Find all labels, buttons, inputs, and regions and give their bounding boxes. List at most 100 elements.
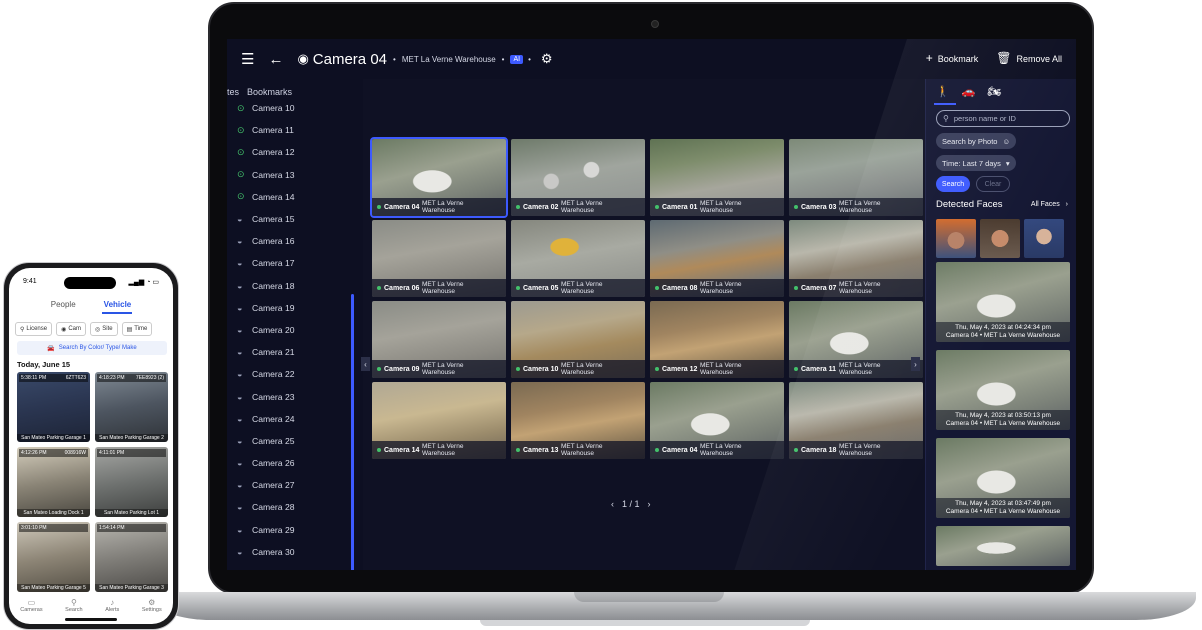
sidebar-camera-item[interactable]: ◒ Camera 25 (227, 430, 363, 452)
time-filter[interactable]: ▤ Time (121, 322, 153, 336)
clock: 9:41 (23, 278, 37, 285)
detection-card[interactable] (936, 526, 1070, 566)
sidebar-camera-item[interactable]: ◒ Camera 21 (227, 341, 363, 363)
face-thumbnail[interactable] (1024, 219, 1064, 258)
sidebar-camera-item[interactable]: ⊙ Camera 11 (227, 119, 363, 141)
sidebar-camera-item[interactable]: ⊙ Camera 13 (227, 164, 363, 186)
sidebar-camera-item[interactable]: ◒ Camera 26 (227, 452, 363, 474)
clear-button[interactable]: Clear (976, 176, 1010, 192)
camera-tile[interactable]: Camera 01 MET La Verne Warehouse (650, 139, 784, 216)
sidebar-camera-item[interactable]: ◒ Camera 22 (227, 363, 363, 385)
scrollbar[interactable] (351, 294, 354, 570)
tab-sites[interactable]: tes (227, 87, 239, 97)
camera-tile[interactable]: Camera 11 MET La Verne Warehouse (789, 301, 923, 378)
sidebar-camera-item[interactable]: ◒ Camera 18 (227, 275, 363, 297)
vehicle-attribute-search[interactable]: 🚘 Search By Color/ Type/ Make (17, 341, 167, 355)
status-dot (794, 205, 798, 209)
nav-alerts[interactable]: ♪ Alerts (105, 598, 119, 613)
sidebar-camera-item[interactable]: ◒ Camera 29 (227, 519, 363, 541)
nav-search[interactable]: ⚲ Search (65, 598, 82, 613)
sidebar-camera-item[interactable]: ⊙ Camera 14 (227, 186, 363, 208)
cam-filter[interactable]: ◉ Cam (56, 322, 87, 336)
camera-tile[interactable]: Camera 05 MET La Verne Warehouse (511, 220, 645, 297)
car-icon[interactable]: 🚗 (962, 85, 976, 98)
pager-next[interactable]: › (648, 499, 651, 509)
camera-tile[interactable]: Camera 14 MET La Verne Warehouse (372, 382, 506, 459)
tile-caption: Camera 05 MET La Verne Warehouse (511, 279, 645, 297)
sidebar-camera-item[interactable]: ⊙ Camera 10 (227, 97, 363, 119)
nav-cameras[interactable]: ▭ Cameras (20, 598, 42, 613)
sidebar-camera-item[interactable]: ◒ Camera 20 (227, 319, 363, 341)
phone-tab-indicator (102, 312, 132, 314)
camera-tile[interactable]: Camera 09 MET La Verne Warehouse (372, 301, 506, 378)
person-search-input[interactable]: ⚲ person name or ID (936, 110, 1070, 127)
camera-tile[interactable]: Camera 13 MET La Verne Warehouse (511, 382, 645, 459)
sidebar-camera-item[interactable]: ◒ Camera 15 (227, 208, 363, 230)
detection-card[interactable]: Thu, May 4, 2023 at 03:47:49 pm Camera 04… (936, 438, 1070, 518)
detection-card[interactable]: Thu, May 4, 2023 at 03:50:13 pm Camera 04… (936, 350, 1070, 430)
camera-tile[interactable]: Camera 03 MET La Verne Warehouse (789, 139, 923, 216)
time-filter-dropdown[interactable]: Time: Last 7 days ▾ (936, 155, 1016, 171)
sidebar-camera-item[interactable]: ◒ Camera 24 (227, 408, 363, 430)
offline-camera-icon: ◒ (237, 546, 243, 557)
vehicle-card[interactable]: 3:01:10 PM San Mateo Parking Garage 5 (17, 522, 90, 592)
camera-tile[interactable]: Camera 08 MET La Verne Warehouse (650, 220, 784, 297)
vehicle-time: 3:01:10 PM (21, 525, 47, 531)
tile-camera-name: Camera 02 (523, 203, 559, 211)
tab-people[interactable]: People (51, 300, 76, 309)
camera-tile[interactable]: Camera 06 MET La Verne Warehouse (372, 220, 506, 297)
nav-settings[interactable]: ⚙ Settings (142, 598, 162, 613)
camera-tile[interactable]: Camera 07 MET La Verne Warehouse (789, 220, 923, 297)
camera-tile[interactable]: Camera 10 MET La Verne Warehouse (511, 301, 645, 378)
detection-card[interactable]: Thu, May 4, 2023 at 04:24:34 pm Camera 04… (936, 262, 1070, 342)
top-actions: + Bookmark 🗑 Remove All (926, 51, 1062, 65)
sidebar-camera-item[interactable]: ◒ Camera 27 (227, 474, 363, 496)
vehicle-card[interactable]: 4:11:01 PM San Mateo Parking Lot 1 (95, 447, 168, 517)
nav-cameras-label: Cameras (20, 607, 43, 613)
remove-all-button[interactable]: 🗑 Remove All (996, 51, 1062, 65)
person-icon[interactable]: 🚶 (936, 85, 950, 98)
face-thumbnail[interactable] (980, 219, 1020, 258)
sidebar-camera-item[interactable]: ⊙ Camera 12 (227, 141, 363, 163)
menu-icon[interactable]: ☰ (241, 50, 254, 68)
sidebar-camera-item[interactable]: ◒ Camera 30 (227, 541, 363, 563)
sidebar-camera-item[interactable]: ◒ Camera 16 (227, 230, 363, 252)
vehicle-card[interactable]: 1:54:14 PM San Mateo Parking Garage 3 (95, 522, 168, 592)
tile-caption: Camera 07 MET La Verne Warehouse (789, 279, 923, 297)
tab-bookmarks[interactable]: Bookmarks (247, 87, 292, 97)
vehicle-card[interactable]: 4:18:23 PM 7EE8923 (2) San Mateo Parking G… (95, 372, 168, 442)
search-button[interactable]: Search (936, 176, 970, 192)
prev-page-arrow[interactable]: ‹ (361, 357, 370, 371)
camera-tile[interactable]: Camera 18 MET La Verne Warehouse (789, 382, 923, 459)
sidebar-camera-item[interactable]: ◒ Camera 17 (227, 252, 363, 274)
next-page-arrow[interactable]: › (911, 357, 920, 371)
camera-tile[interactable]: Camera 04 MET La Verne Warehouse (370, 137, 508, 218)
pager-prev[interactable]: ‹ (611, 499, 614, 509)
search-by-photo-button[interactable]: Search by Photo ☺ (936, 133, 1017, 149)
all-faces-link[interactable]: All Faces › (1031, 201, 1068, 208)
camera-tile[interactable]: Camera 12 MET La Verne Warehouse (650, 301, 784, 378)
face-thumbnails (936, 219, 1064, 258)
camera-item-label: Camera 14 (252, 191, 295, 202)
ai-badge[interactable]: AI (510, 54, 524, 64)
gear-icon[interactable]: ⚙ (541, 51, 553, 67)
tile-camera-name: Camera 05 (523, 284, 559, 292)
sidebar-camera-item[interactable]: ◒ Camera 19 (227, 297, 363, 319)
status-dot (516, 448, 520, 452)
license-filter[interactable]: ⚲ License (15, 322, 53, 336)
sidebar-camera-item[interactable]: ◒ Camera 28 (227, 496, 363, 518)
sidebar-camera-item[interactable]: ◒ Camera 23 (227, 385, 363, 407)
vehicle-card[interactable]: 5:38:11 PM 6ZTT623 San Mateo Parking Garag… (17, 372, 90, 442)
status-dot (655, 205, 659, 209)
motorcycle-icon[interactable]: 🏍 (987, 85, 1001, 98)
pin-icon: ◎ (95, 326, 101, 333)
bookmark-button[interactable]: + Bookmark (926, 51, 979, 65)
nav-search-label: Search (65, 607, 83, 613)
face-thumbnail[interactable] (936, 219, 976, 258)
tab-vehicle[interactable]: Vehicle (104, 300, 132, 309)
vehicle-card[interactable]: 4:12:26 PM 008916W San Mateo Loading Dock … (17, 447, 90, 517)
back-arrow-icon[interactable]: ← (268, 51, 283, 68)
camera-tile[interactable]: Camera 02 MET La Verne Warehouse (511, 139, 645, 216)
site-filter[interactable]: ◎ Site (90, 322, 118, 336)
camera-tile[interactable]: Camera 04 MET La Verne Warehouse (650, 382, 784, 459)
